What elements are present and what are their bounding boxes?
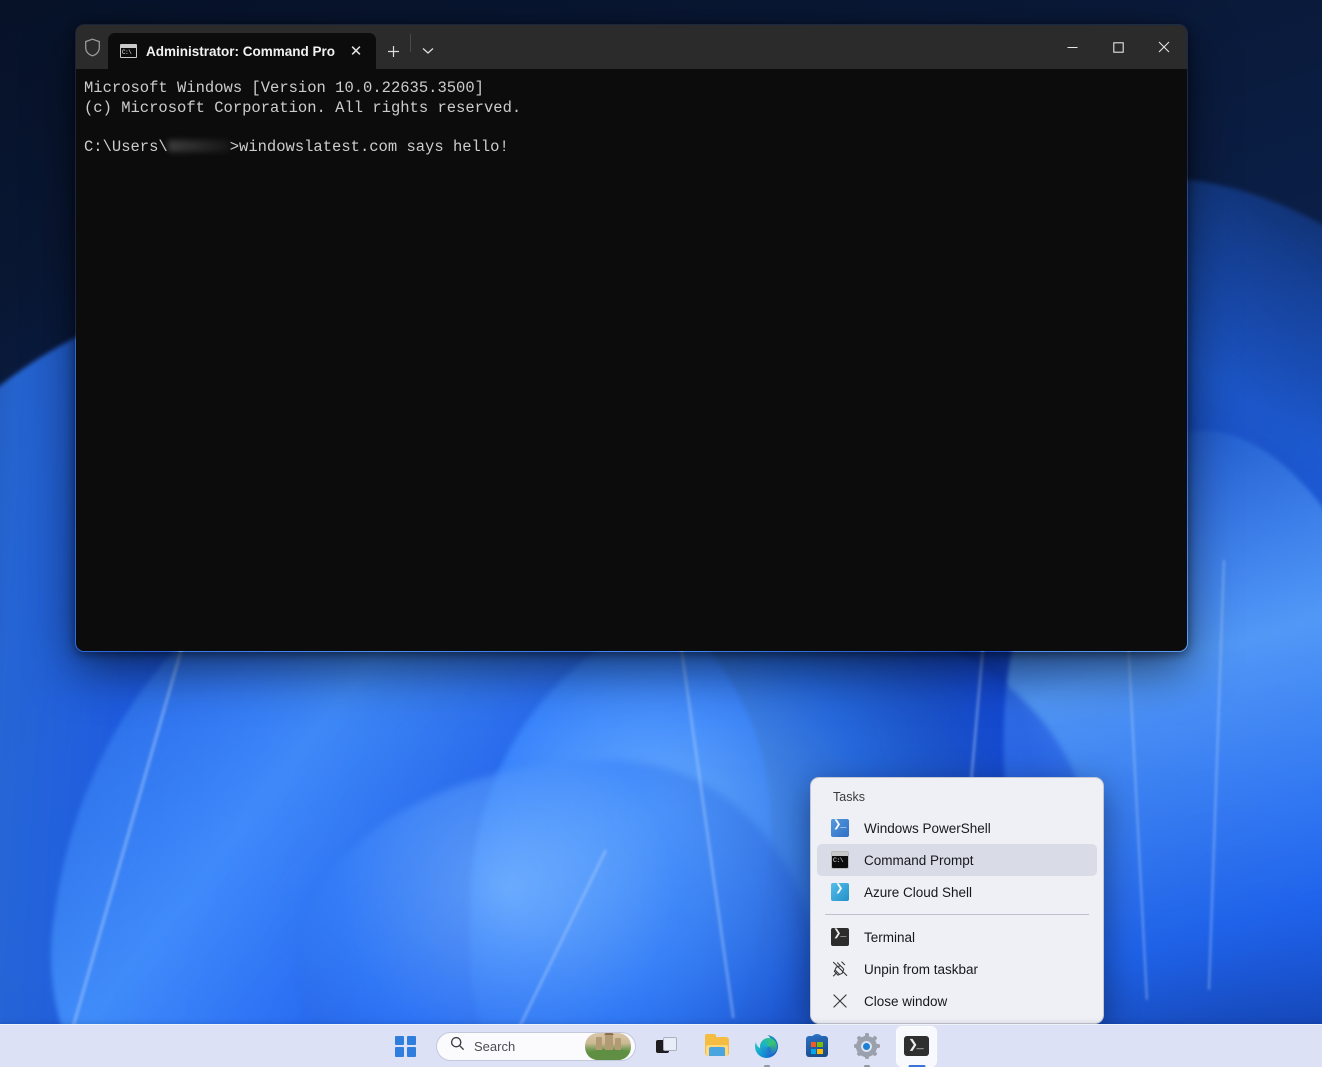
terminal-window[interactable]: C:\ Administrator: Command Pro ✕ Microso… bbox=[75, 24, 1188, 652]
terminal-tab-title: Administrator: Command Pro bbox=[146, 44, 335, 59]
shield-icon bbox=[76, 25, 108, 69]
microsoft-store-icon bbox=[806, 1035, 828, 1057]
cmd-icon bbox=[831, 851, 849, 869]
jumplist-item-label: Close window bbox=[864, 994, 947, 1009]
terminal-tab[interactable]: C:\ Administrator: Command Pro ✕ bbox=[108, 33, 376, 69]
task-view-icon bbox=[656, 1037, 678, 1055]
jumplist-item-unpin-from-taskbar[interactable]: Unpin from taskbar bbox=[817, 953, 1097, 985]
jumplist-item-label: Windows PowerShell bbox=[864, 821, 991, 836]
cmd-icon: C:\ bbox=[120, 44, 137, 58]
taskbar-item-file-explorer[interactable] bbox=[697, 1027, 736, 1066]
taskbar-item-microsoft-store[interactable] bbox=[797, 1027, 836, 1066]
window-controls[interactable] bbox=[1049, 25, 1187, 69]
jumplist-header: Tasks bbox=[815, 786, 1099, 812]
jumplist-item-label: Azure Cloud Shell bbox=[864, 885, 972, 900]
taskbar-item-microsoft-edge[interactable] bbox=[747, 1027, 786, 1066]
terminal-icon bbox=[904, 1036, 929, 1056]
bing-daily-image-icon[interactable] bbox=[585, 1033, 631, 1060]
jumplist-item-windows-powershell[interactable]: Windows PowerShell bbox=[817, 812, 1097, 844]
search-input[interactable]: Search bbox=[436, 1032, 636, 1061]
terminal-titlebar[interactable]: C:\ Administrator: Command Pro ✕ bbox=[76, 25, 1187, 69]
azure-cloud-shell-icon bbox=[831, 883, 849, 901]
terminal-output-area[interactable]: Microsoft Windows [Version 10.0.22635.35… bbox=[76, 69, 1187, 652]
maximize-button[interactable] bbox=[1095, 25, 1141, 69]
close-button[interactable] bbox=[1141, 25, 1187, 69]
taskbar-item-task-view[interactable] bbox=[647, 1027, 686, 1066]
jumplist-item-azure-cloud-shell[interactable]: Azure Cloud Shell bbox=[817, 876, 1097, 908]
terminal-line-version: Microsoft Windows [Version 10.0.22635.35… bbox=[84, 79, 484, 97]
windows-logo-icon bbox=[395, 1036, 416, 1057]
terminal-icon bbox=[831, 928, 849, 946]
taskbar-item-settings[interactable] bbox=[847, 1027, 886, 1066]
jumplist-item-label: Command Prompt bbox=[864, 853, 974, 868]
jumplist-item-command-prompt[interactable]: Command Prompt bbox=[817, 844, 1097, 876]
jumplist-item-label: Unpin from taskbar bbox=[864, 962, 978, 977]
taskbar-item-windows-terminal[interactable] bbox=[897, 1027, 936, 1066]
unpin-icon bbox=[831, 960, 849, 978]
start-button[interactable] bbox=[386, 1027, 425, 1066]
terminal-prompt-path: C:\Users\ bbox=[84, 138, 168, 156]
jumplist-item-close-window[interactable]: Close window bbox=[817, 985, 1097, 1017]
terminal-command-line: >windowslatest.com says hello! bbox=[230, 138, 509, 156]
file-explorer-icon bbox=[705, 1037, 729, 1056]
terminal-line-copyright: (c) Microsoft Corporation. All rights re… bbox=[84, 99, 521, 117]
jumplist-item-terminal[interactable]: Terminal bbox=[817, 921, 1097, 953]
close-icon bbox=[831, 992, 849, 1010]
new-tab-button[interactable] bbox=[376, 33, 410, 69]
minimize-button[interactable] bbox=[1049, 25, 1095, 69]
gear-icon bbox=[855, 1035, 878, 1058]
chevron-down-icon[interactable] bbox=[411, 33, 445, 69]
taskbar[interactable]: Search bbox=[0, 1024, 1322, 1067]
taskbar-jumplist-menu[interactable]: Tasks Windows PowerShell Command Prompt … bbox=[810, 777, 1104, 1024]
tab-close-button[interactable]: ✕ bbox=[344, 39, 368, 63]
menu-divider bbox=[825, 914, 1089, 915]
search-icon bbox=[450, 1036, 465, 1056]
powershell-icon bbox=[831, 819, 849, 837]
redacted-username bbox=[168, 140, 230, 152]
microsoft-edge-icon bbox=[755, 1035, 778, 1058]
jumplist-item-label: Terminal bbox=[864, 930, 915, 945]
search-placeholder: Search bbox=[474, 1039, 576, 1054]
